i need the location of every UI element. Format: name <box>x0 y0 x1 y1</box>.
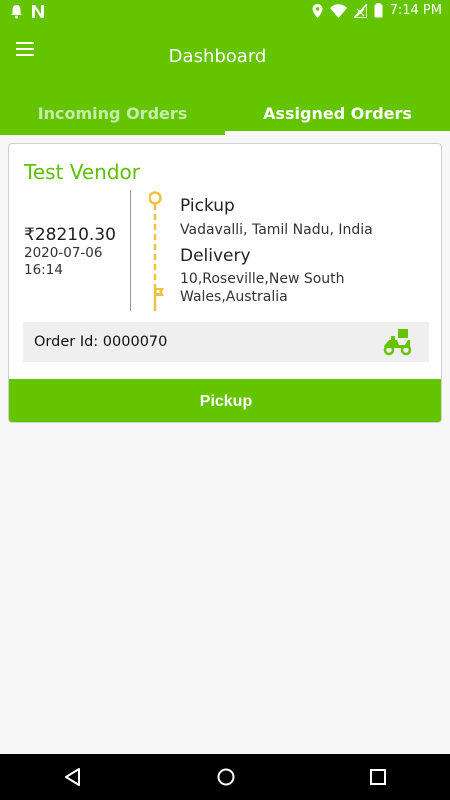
order-time: 16:14 <box>24 262 63 278</box>
order-datetime: 2020-07-06 16:14 <box>24 245 124 279</box>
pickup-label: Pickup <box>180 196 235 216</box>
order-date: 2020-07-06 <box>24 245 103 261</box>
pickup-button[interactable]: Pickup <box>9 379 441 422</box>
order-id-bar: Order Id: 0000070 <box>23 322 429 362</box>
back-icon[interactable] <box>64 767 82 791</box>
tab-bar: Incoming Orders Assigned Orders <box>0 88 450 135</box>
pickup-address: Vadavalli, Tamil Nadu, India <box>180 222 373 238</box>
recents-icon[interactable] <box>369 767 387 791</box>
vertical-divider <box>130 190 131 311</box>
order-id: Order Id: 0000070 <box>34 334 168 350</box>
notification-bell-icon <box>10 4 23 19</box>
system-nav-bar <box>0 754 450 800</box>
n-notification-icon <box>31 4 45 19</box>
order-price: ₹28210.30 <box>24 225 116 245</box>
scooter-icon[interactable] <box>381 328 413 360</box>
wifi-icon <box>329 3 347 18</box>
status-time: 7:14 PM <box>389 3 442 18</box>
tab-incoming-orders[interactable]: Incoming Orders <box>0 88 225 135</box>
status-bar: 7:14 PM <box>0 0 450 24</box>
location-icon <box>312 3 323 18</box>
battery-icon <box>374 3 383 18</box>
page-title: Dashboard <box>168 46 267 67</box>
route-line-icon <box>148 190 165 318</box>
app-bar: Dashboard <box>0 24 450 88</box>
signal-icon <box>353 3 367 18</box>
home-icon[interactable] <box>216 767 236 791</box>
order-card[interactable]: Test Vendor ₹28210.30 2020-07-06 16:14 P… <box>8 143 442 423</box>
tab-assigned-orders[interactable]: Assigned Orders <box>225 88 450 135</box>
delivery-label: Delivery <box>180 246 251 266</box>
delivery-address: 10,Roseville,New South Wales,Australia <box>180 271 345 305</box>
vendor-name: Test Vendor <box>24 160 141 184</box>
